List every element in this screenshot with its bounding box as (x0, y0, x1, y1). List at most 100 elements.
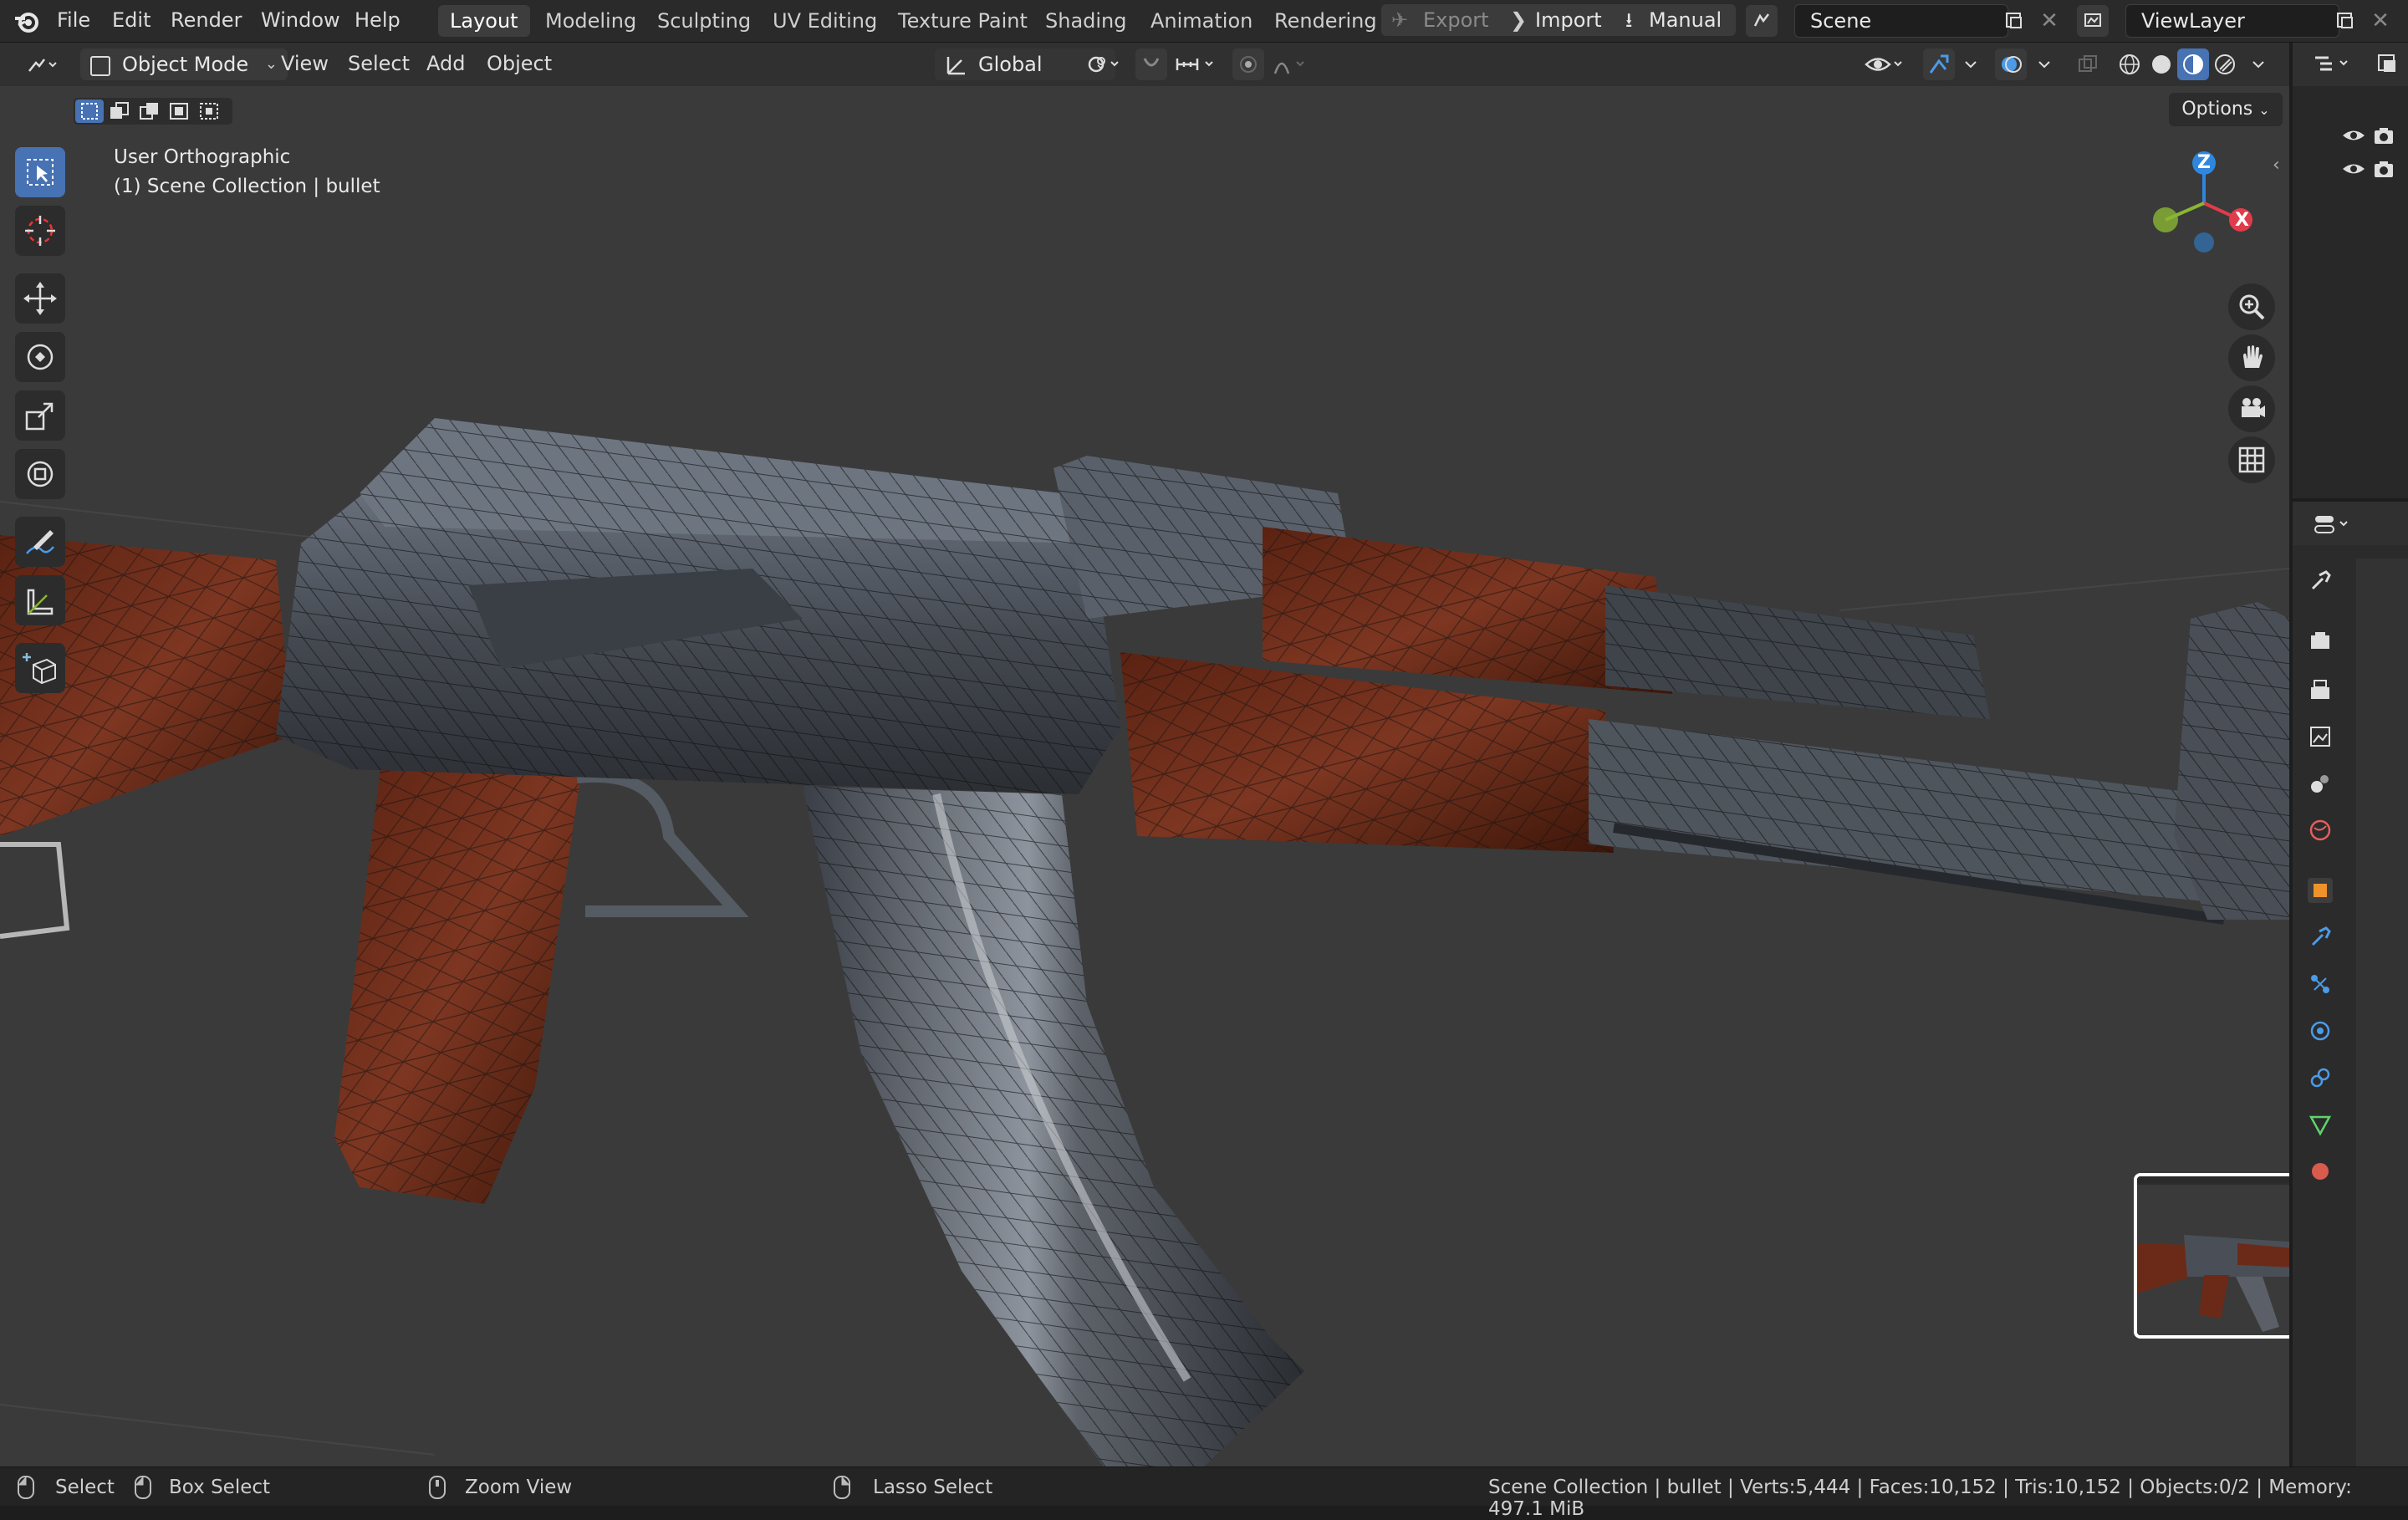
rendered-shading-icon[interactable] (2209, 48, 2241, 80)
visibility-eye-icon[interactable] (2341, 126, 2366, 148)
editor-type-icon[interactable] (18, 48, 67, 80)
neg-z-axis-handle[interactable] (2194, 232, 2214, 252)
tab-modeling[interactable]: Modeling (533, 5, 648, 37)
material-shading-icon[interactable] (2177, 48, 2209, 80)
new-scene-icon[interactable] (1998, 5, 2030, 37)
delete-scene-icon[interactable]: ✕ (2033, 5, 2065, 37)
orientation-axes-icon (943, 52, 968, 86)
xray-toggle-icon[interactable] (2072, 48, 2104, 80)
tab-sculpting[interactable]: Sculpting (645, 5, 763, 37)
scale-tool[interactable] (15, 390, 65, 441)
menu-file[interactable]: File (57, 8, 90, 32)
snap-target-icon[interactable] (1169, 48, 1222, 80)
viewlayer-field[interactable]: ViewLayer (2125, 4, 2339, 38)
y-axis-handle[interactable] (2153, 207, 2178, 232)
options-dropdown[interactable]: Options ⌄ (2169, 93, 2283, 126)
menu-window[interactable]: Window (261, 8, 340, 32)
data-props-icon[interactable] (2308, 1112, 2333, 1137)
scene-name-field[interactable]: Scene (1794, 4, 2008, 38)
solid-shading-icon[interactable] (2145, 48, 2177, 80)
cursor-tool[interactable] (15, 206, 65, 256)
add-cube-tool[interactable] (15, 643, 65, 693)
tab-layout[interactable]: Layout (438, 5, 530, 37)
material-props-icon[interactable] (2308, 1159, 2333, 1184)
move-tool[interactable] (15, 273, 65, 324)
overlays-options-chevron-icon[interactable] (2028, 48, 2060, 80)
render-camera-icon[interactable] (2373, 126, 2395, 150)
overlays-toggle-icon[interactable] (1995, 48, 2027, 80)
scene-props-icon[interactable] (2308, 771, 2333, 796)
export-icon: ✈ (1391, 8, 1409, 32)
physics-props-icon[interactable] (2308, 1018, 2333, 1043)
render-props-icon[interactable] (2308, 629, 2333, 654)
pivot-point-icon[interactable] (1079, 48, 1127, 80)
viewlayer-browse-icon[interactable] (2077, 5, 2109, 37)
camera-view-icon[interactable] (2228, 385, 2275, 432)
3d-viewport[interactable]: User Orthographic (1) Scene Collection |… (0, 86, 2289, 1466)
snap-toggle-icon[interactable] (1135, 48, 1167, 80)
gizmo-toggle-icon[interactable] (1923, 48, 1955, 80)
ortho-grid-icon[interactable] (2228, 436, 2275, 483)
select-invert-icon[interactable] (166, 99, 194, 123)
gizmo-options-chevron-icon[interactable] (1955, 48, 1987, 80)
new-viewlayer-icon[interactable] (2329, 5, 2361, 37)
z-axis-label: Z (2197, 152, 2211, 173)
import-button[interactable]: ❯ Import (1503, 4, 1624, 36)
particles-props-icon[interactable] (2308, 972, 2333, 997)
menu-help[interactable]: Help (355, 8, 400, 32)
mode-dropdown[interactable]: Object Mode ⌄ (80, 48, 288, 80)
constraint-props-icon[interactable] (2308, 1065, 2333, 1090)
properties-editor-type-icon[interactable] (2308, 508, 2358, 540)
output-props-icon[interactable] (2308, 677, 2333, 702)
screenshot-thumbnail[interactable] (2134, 1173, 2289, 1339)
wireframe-shading-icon[interactable] (2114, 48, 2145, 80)
proportional-edit-icon[interactable] (1232, 48, 1264, 80)
sidebar-toggle-icon[interactable]: ‹ (2273, 155, 2289, 180)
manual-button[interactable]: ⭳ Manual (1615, 4, 1736, 36)
world-props-icon[interactable] (2308, 818, 2333, 843)
rotate-tool[interactable] (15, 332, 65, 382)
select-extend-icon[interactable] (105, 99, 134, 123)
select-box-tool[interactable] (15, 147, 65, 197)
select-intersect-icon[interactable] (196, 99, 224, 123)
measure-tool[interactable] (15, 575, 65, 625)
scene-statistics: Scene Collection | bullet | Verts:5,444 … (1488, 1477, 2352, 1520)
outliner-editor-type-icon[interactable] (2308, 48, 2358, 79)
outliner-panel[interactable] (2293, 43, 2408, 498)
scene-browse-icon[interactable] (1746, 5, 1778, 37)
tool-settings-icon[interactable] (2308, 569, 2333, 594)
mouse-left-icon (17, 1475, 37, 1503)
delete-viewlayer-icon[interactable]: ✕ (2365, 5, 2396, 37)
visibility-icon[interactable] (1861, 48, 1910, 80)
view-layer-props-icon[interactable] (2308, 724, 2333, 749)
shading-options-chevron-icon[interactable] (2242, 48, 2274, 80)
select-subtract-icon[interactable] (135, 99, 164, 123)
menu-select[interactable]: Select (348, 52, 410, 75)
tab-rendering[interactable]: Rendering (1263, 5, 1389, 37)
menu-render[interactable]: Render (171, 8, 242, 32)
menu-object[interactable]: Object (487, 52, 552, 75)
menu-edit[interactable]: Edit (112, 8, 150, 32)
outliner-filter-icon[interactable] (2371, 48, 2403, 79)
falloff-icon[interactable] (1268, 48, 1318, 80)
object-props-icon[interactable] (2308, 878, 2333, 903)
blender-logo-icon[interactable] (13, 8, 40, 35)
zoom-icon[interactable] (2228, 283, 2275, 330)
tab-uv-editing[interactable]: UV Editing (761, 5, 889, 37)
annotate-tool[interactable] (15, 517, 65, 567)
import-label: Import (1535, 8, 1602, 32)
visibility-eye-icon[interactable] (2341, 160, 2366, 181)
tab-shading[interactable]: Shading (1033, 5, 1139, 37)
modifier-props-icon[interactable] (2308, 925, 2333, 950)
transform-tool[interactable] (15, 449, 65, 499)
menu-view[interactable]: View (281, 52, 329, 75)
ak47-model[interactable] (0, 86, 2289, 1466)
menu-add[interactable]: Add (426, 52, 465, 75)
thumbnail-header (2137, 1176, 2289, 1183)
render-camera-icon[interactable] (2373, 160, 2395, 183)
chevron-down-icon: ⌄ (264, 55, 278, 73)
tab-texture-paint[interactable]: Texture Paint (886, 5, 1039, 37)
pan-hand-icon[interactable] (2228, 334, 2275, 381)
select-new-icon[interactable] (75, 99, 104, 123)
tab-animation[interactable]: Animation (1139, 5, 1264, 37)
